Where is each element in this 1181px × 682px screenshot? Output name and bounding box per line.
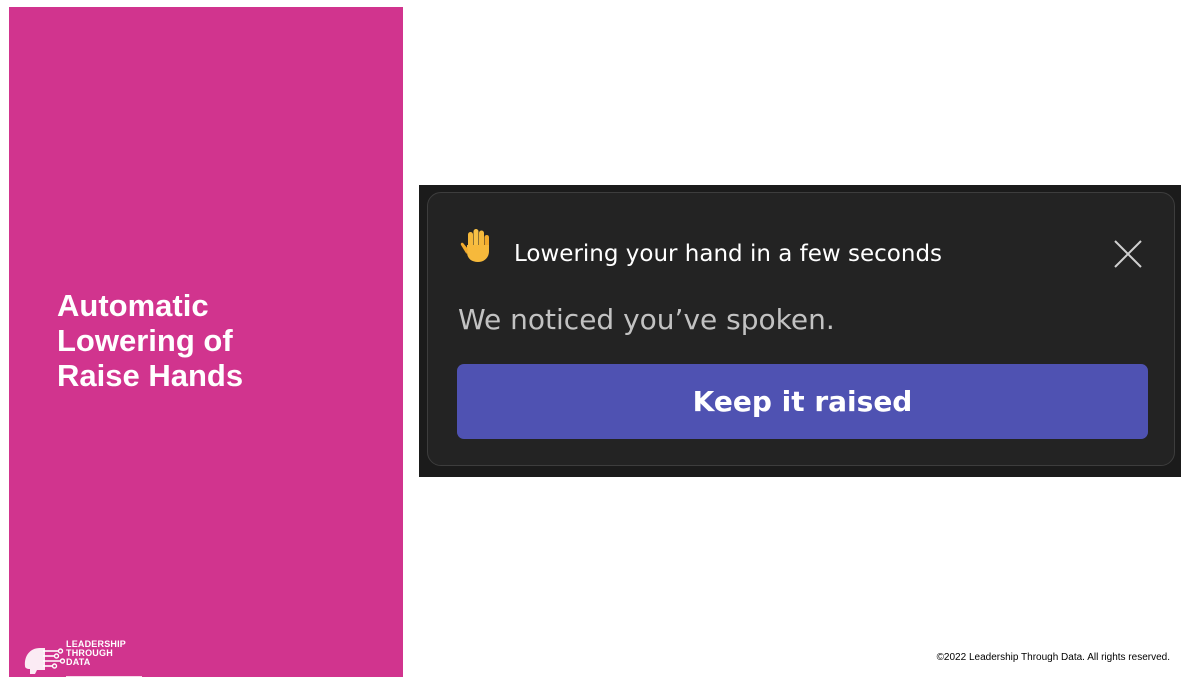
notification-toast: Lowering your hand in a few seconds We n… bbox=[427, 192, 1175, 466]
company-logo: LEADERSHIP THROUGH DATA bbox=[21, 636, 151, 682]
circuit-head-icon bbox=[24, 648, 65, 674]
logo-line-3: DATA bbox=[66, 657, 91, 667]
slide-title: Automatic Lowering of Raise Hands bbox=[57, 288, 377, 393]
keep-it-raised-button[interactable]: Keep it raised bbox=[457, 364, 1148, 439]
close-icon bbox=[1114, 240, 1142, 268]
copyright-notice: ©2022 Leadership Through Data. All right… bbox=[936, 652, 1170, 663]
logo-text: LEADERSHIP THROUGH DATA bbox=[66, 640, 126, 667]
raised-hand-icon bbox=[460, 229, 489, 262]
slide-title-line-1: Automatic bbox=[57, 288, 209, 323]
close-button[interactable] bbox=[1111, 237, 1145, 271]
notification-message: We noticed you’ve spoken. bbox=[458, 303, 835, 336]
teams-notification-screenshot: Lowering your hand in a few seconds We n… bbox=[419, 185, 1181, 477]
slide-title-line-3: Raise Hands bbox=[57, 358, 244, 393]
slide-title-line-2: Lowering of bbox=[57, 323, 233, 358]
side-panel: Automatic Lowering of Raise Hands LEADER… bbox=[9, 7, 403, 677]
notification-title: Lowering your hand in a few seconds bbox=[514, 241, 943, 267]
